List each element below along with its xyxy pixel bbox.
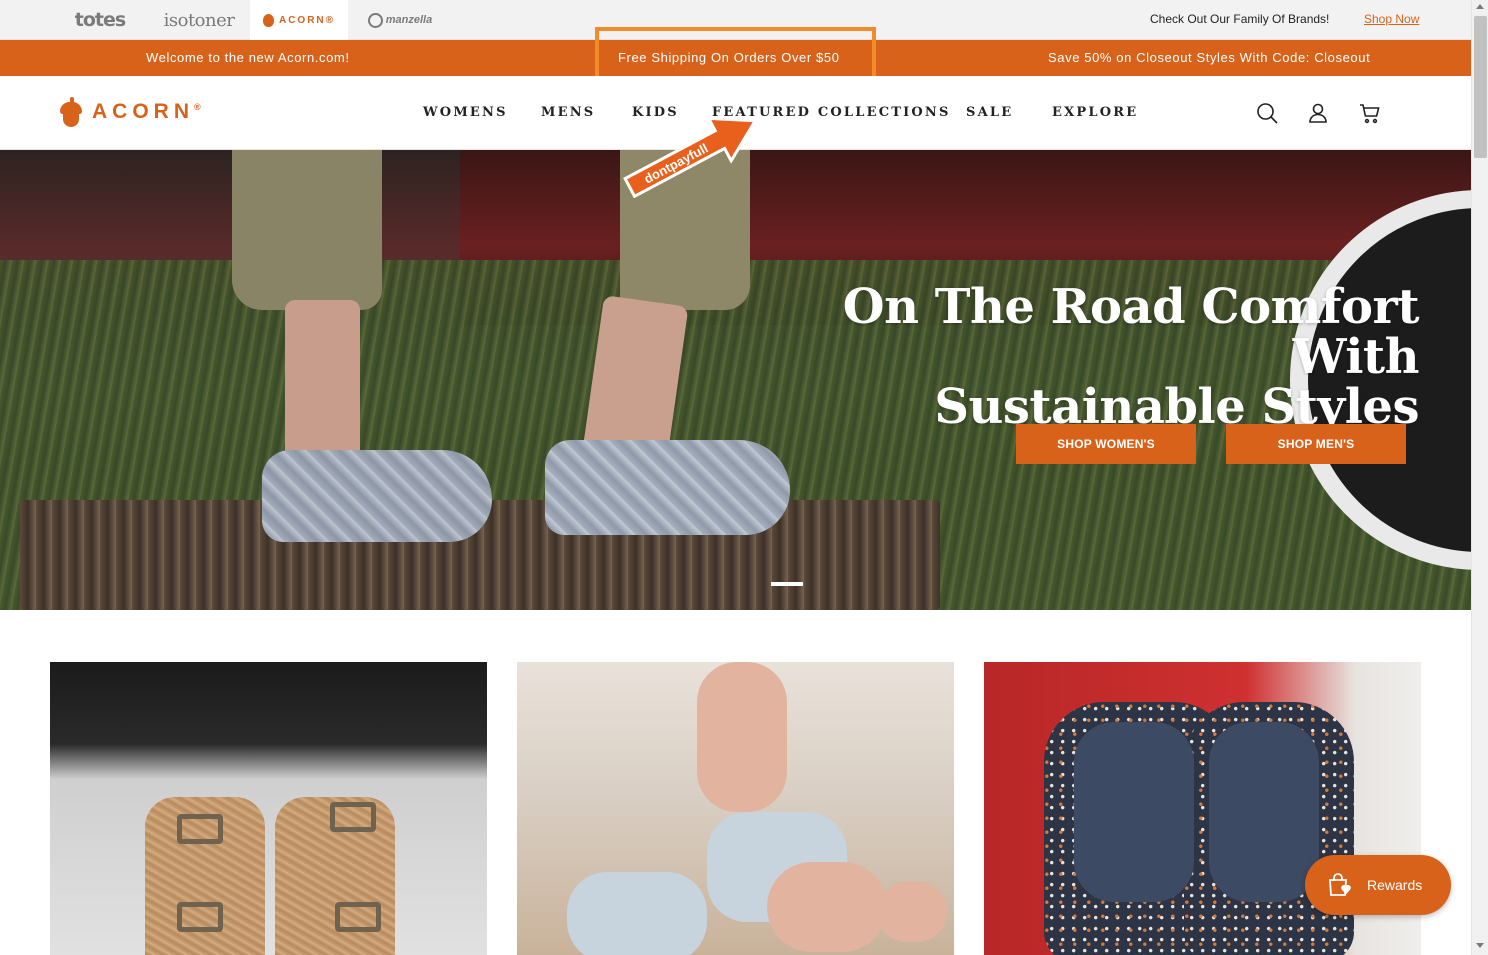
brand-label-acorn: ACORN®	[278, 14, 336, 26]
fleece-flip-flop-tile[interactable]	[517, 662, 954, 955]
nav-featured-collections[interactable]: FEATURED COLLECTIONS	[712, 105, 951, 120]
brand-bar: totes isotoner ACORN® manzella Check Out…	[0, 0, 1471, 40]
slide-indicator-dot[interactable]	[771, 582, 803, 586]
nav-explore[interactable]: EXPLORE	[1052, 105, 1138, 120]
shopping-bag-heart-icon	[1329, 873, 1351, 896]
brand-tab-acorn[interactable]: ACORN®	[250, 0, 348, 40]
rewards-label: Rewards	[1367, 877, 1423, 893]
plaid-slipper-left-image	[262, 450, 492, 542]
hero-banner[interactable]: On The Road Comfort With Sustainable Sty…	[0, 150, 1471, 610]
brand-label-manzella: manzella	[385, 14, 433, 26]
nav-sale[interactable]: SALE	[966, 105, 1013, 120]
nav-mens[interactable]: MENS	[541, 105, 595, 120]
brand-label-totes: totes	[74, 9, 126, 31]
family-of-brands-text: Check Out Our Family Of Brands!	[1150, 12, 1330, 26]
promo-message-free-shipping: Free Shipping On Orders Over $50	[618, 50, 840, 65]
acorn-logo[interactable]: ACORN®	[58, 96, 201, 128]
brand-tab-manzella[interactable]: manzella	[360, 0, 440, 40]
logo-text: ACORN®	[92, 100, 201, 123]
scroll-down-arrow-icon[interactable]	[1476, 943, 1484, 948]
promo-bar: Welcome to the new Acorn.com! Free Shipp…	[0, 40, 1471, 76]
shop-womens-button[interactable]: SHOP WOMEN'S	[1016, 424, 1196, 464]
promo-message-closeout: Save 50% on Closeout Styles With Code: C…	[1048, 50, 1371, 65]
scroll-up-arrow-icon[interactable]	[1476, 4, 1484, 9]
hero-title-line-1: On The Road Comfort With	[842, 279, 1420, 385]
page-scrollbar[interactable]	[1471, 0, 1488, 955]
rewards-button[interactable]: Rewards	[1305, 855, 1451, 915]
manzella-logo-icon	[367, 12, 383, 28]
hero-title: On The Road Comfort With Sustainable Sty…	[719, 279, 1420, 432]
acorn-icon	[262, 13, 274, 27]
fleece-flip-flop-left-image	[567, 872, 707, 955]
promo-message-welcome: Welcome to the new Acorn.com!	[146, 50, 350, 65]
brand-label-isotoner: isotoner	[163, 9, 235, 31]
plaid-slipper-right-image	[545, 440, 790, 535]
nav-womens[interactable]: WOMENS	[423, 105, 508, 120]
scroll-thumb[interactable]	[1474, 16, 1487, 158]
cork-sandal-tile[interactable]	[50, 662, 487, 955]
site-header: ACORN® WOMENS MENS KIDS FEATURED COLLECT…	[0, 76, 1471, 150]
shop-mens-button[interactable]: SHOP MEN'S	[1226, 424, 1406, 464]
nav-kids[interactable]: KIDS	[632, 105, 679, 120]
page: totes isotoner ACORN® manzella Check Out…	[0, 0, 1488, 955]
brand-tab-isotoner[interactable]: isotoner	[150, 0, 248, 40]
search-icon[interactable]	[1255, 101, 1279, 125]
account-icon[interactable]	[1306, 101, 1330, 125]
brand-tab-totes[interactable]: totes	[62, 0, 138, 40]
cart-icon[interactable]	[1358, 101, 1382, 125]
acorn-logo-icon	[58, 96, 82, 128]
shop-now-link[interactable]: Shop Now	[1364, 12, 1419, 26]
